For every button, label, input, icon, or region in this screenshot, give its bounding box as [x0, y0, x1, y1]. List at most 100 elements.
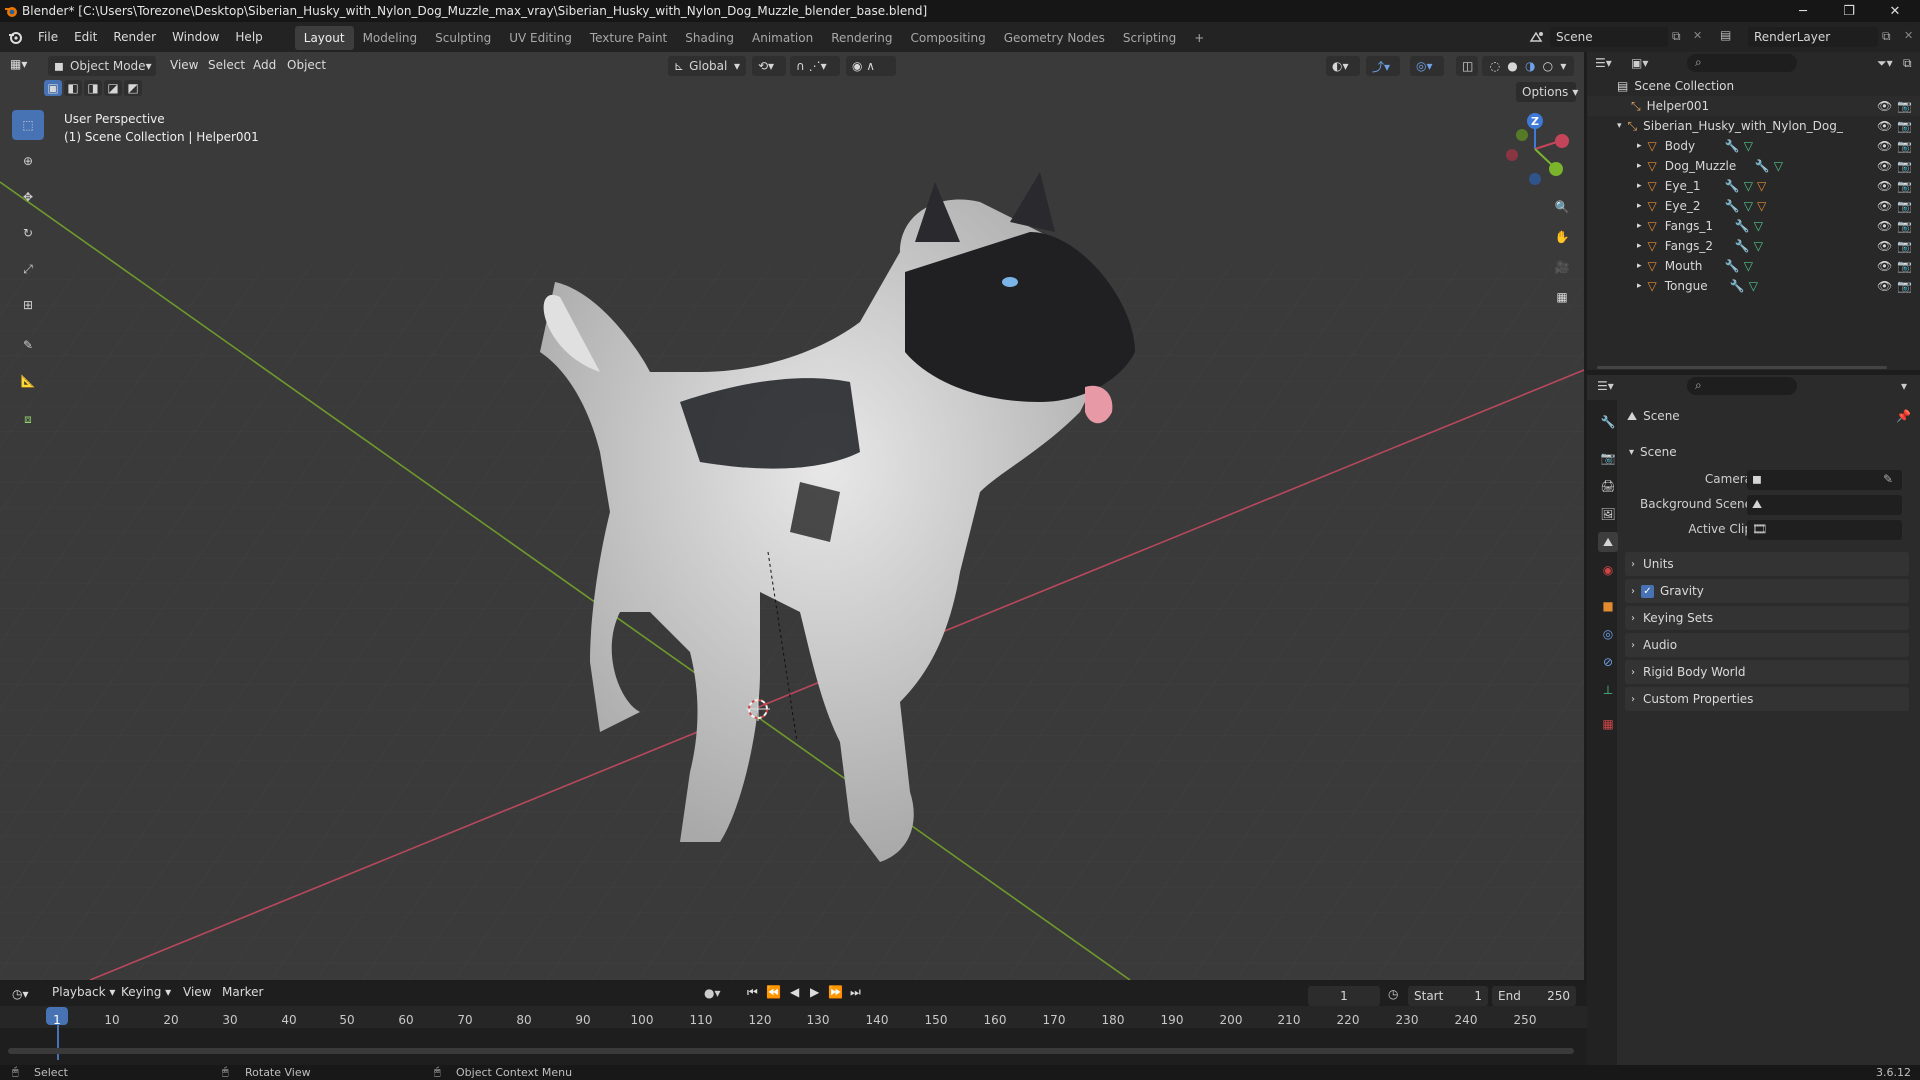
- timeline-menu-keying[interactable]: Keying ▾: [113, 980, 179, 1004]
- expand-arrow-icon[interactable]: ▸: [1637, 201, 1642, 211]
- eyedropper-icon[interactable]: ✎: [1883, 472, 1893, 486]
- modifier-wrench-icon[interactable]: 🔧: [1725, 259, 1740, 273]
- delete-scene-icon[interactable]: ✕: [1693, 29, 1702, 42]
- camera-field[interactable]: ◼ ✎: [1747, 470, 1902, 490]
- add-cube-tool[interactable]: ⧈: [12, 404, 44, 434]
- scene-icon[interactable]: [1527, 27, 1547, 47]
- mesh-data-icon[interactable]: ▽: [1774, 159, 1783, 173]
- 3d-viewport[interactable]: ▦▾ ◼ Object Mode ▾ View Select Add Objec…: [0, 52, 1584, 980]
- camera-render-icon[interactable]: 📷: [1897, 99, 1912, 113]
- modifier-wrench-icon[interactable]: 🔧: [1725, 199, 1740, 213]
- solid-shading-icon[interactable]: ●: [1507, 59, 1517, 73]
- outliner-row-fangs-1[interactable]: ▸ ▽ Fangs_1 🔧 ▽ 👁 📷: [1587, 216, 1920, 236]
- expand-arrow-icon[interactable]: ▸: [1637, 261, 1642, 271]
- outliner-row-eye-2[interactable]: ▸ ▽ Eye_2 🔧 ▽ ▽ 👁 📷: [1587, 196, 1920, 216]
- tab-modeling[interactable]: Modeling: [354, 26, 427, 50]
- blender-menu-icon[interactable]: [0, 30, 30, 44]
- ortho-grid-icon[interactable]: ▦: [1549, 284, 1575, 310]
- selectability-dropdown[interactable]: ◐▾: [1326, 56, 1360, 76]
- maximize-button[interactable]: ❐: [1826, 0, 1872, 22]
- modifier-wrench-icon[interactable]: 🔧: [1725, 179, 1740, 193]
- units-section[interactable]: › Units: [1625, 552, 1909, 576]
- end-frame-field[interactable]: End 250: [1492, 986, 1576, 1006]
- properties-editor-type-icon[interactable]: ☰▾: [1597, 379, 1614, 393]
- active-clip-field[interactable]: 🎞: [1747, 520, 1902, 540]
- material-icon[interactable]: ▽: [1757, 179, 1766, 193]
- material-shading-icon[interactable]: ◑: [1525, 59, 1535, 73]
- transform-orientation-dropdown[interactable]: ⊾ Global ▾: [668, 56, 746, 76]
- eye-icon[interactable]: 👁: [1877, 199, 1892, 213]
- timeline-editor-type-icon[interactable]: ◷▾: [12, 987, 29, 1001]
- mesh-data-icon[interactable]: ▽: [1749, 279, 1758, 293]
- expand-arrow-icon[interactable]: ▸: [1637, 281, 1642, 291]
- clock-icon[interactable]: ◷: [1388, 987, 1398, 1001]
- modifier-wrench-icon[interactable]: 🔧: [1730, 279, 1745, 293]
- select-invert-icon[interactable]: ◪: [104, 80, 122, 96]
- eye-icon[interactable]: 👁: [1877, 139, 1892, 153]
- expand-arrow-icon[interactable]: ▸: [1637, 221, 1642, 231]
- world-tab-icon[interactable]: ◉: [1598, 560, 1618, 580]
- shading-mode-group[interactable]: ◌ ● ◑ ○ ▾: [1482, 56, 1574, 76]
- camera-view-icon[interactable]: 🎥: [1549, 254, 1575, 280]
- new-collection-icon[interactable]: ⧉: [1903, 56, 1912, 71]
- camera-render-icon[interactable]: 📷: [1897, 159, 1912, 173]
- keying-sets-section[interactable]: › Keying Sets: [1625, 606, 1909, 630]
- new-view-layer-icon[interactable]: ⧉: [1882, 29, 1891, 44]
- new-scene-icon[interactable]: ⧉: [1672, 29, 1681, 44]
- pin-icon[interactable]: 📌: [1896, 409, 1911, 423]
- scale-tool[interactable]: ⤢: [12, 254, 44, 284]
- properties-search-input[interactable]: ⌕: [1687, 377, 1797, 395]
- pivot-point-dropdown[interactable]: ⟲▾: [752, 56, 786, 76]
- modifier-wrench-icon[interactable]: 🔧: [1735, 239, 1750, 253]
- tab-rendering[interactable]: Rendering: [822, 26, 901, 50]
- measure-tool[interactable]: 📐: [12, 366, 44, 396]
- gravity-section[interactable]: › ✓ Gravity: [1625, 579, 1909, 603]
- constraints-tab-icon[interactable]: ⊘: [1598, 652, 1618, 672]
- mode-selector[interactable]: ◼ Object Mode ▾: [48, 56, 156, 76]
- gizmo-dropdown[interactable]: ⤴▾: [1366, 56, 1400, 76]
- options-dropdown[interactable]: Options ▾: [1516, 82, 1578, 102]
- expand-arrow-icon[interactable]: ▸: [1637, 181, 1642, 191]
- select-intersect-icon[interactable]: ◩: [124, 80, 142, 96]
- tab-layout[interactable]: Layout: [294, 26, 354, 50]
- prev-keyframe-icon[interactable]: ⏪: [766, 985, 781, 999]
- mesh-data-icon[interactable]: ▽: [1744, 179, 1753, 193]
- custom-properties-section[interactable]: › Custom Properties: [1625, 687, 1909, 711]
- view-layer-tab-icon[interactable]: 🖼: [1598, 504, 1618, 524]
- expand-arrow-icon[interactable]: ▾: [1617, 121, 1622, 131]
- minimize-button[interactable]: ─: [1780, 0, 1826, 22]
- tab-shading[interactable]: Shading: [676, 26, 743, 50]
- tab-scripting[interactable]: Scripting: [1114, 26, 1185, 50]
- tab-sculpting[interactable]: Sculpting: [426, 26, 500, 50]
- outliner-row-helper001[interactable]: ⤡ Helper001 👁 📷: [1587, 96, 1920, 116]
- filter-icon[interactable]: ⏷▾: [1877, 56, 1893, 71]
- audio-section[interactable]: › Audio: [1625, 633, 1909, 657]
- data-tab-icon[interactable]: ⊥: [1598, 680, 1618, 700]
- overlays-dropdown[interactable]: ◎▾: [1410, 56, 1444, 76]
- modifier-wrench-icon[interactable]: 🔧: [1735, 219, 1750, 233]
- mesh-data-icon[interactable]: ▽: [1744, 139, 1753, 153]
- rigid-body-world-section[interactable]: › Rigid Body World: [1625, 660, 1909, 684]
- menu-help[interactable]: Help: [227, 22, 270, 52]
- outliner-row-husky-group[interactable]: ▾ ⤡ Siberian_Husky_with_Nylon_Dog_Muzzle…: [1587, 116, 1920, 136]
- eye-icon[interactable]: 👁: [1877, 119, 1892, 133]
- rotate-tool[interactable]: ↻: [12, 218, 44, 248]
- menu-edit[interactable]: Edit: [66, 22, 105, 52]
- pan-hand-icon[interactable]: ✋: [1549, 224, 1575, 250]
- properties-options-chevron-icon[interactable]: ▾: [1901, 379, 1907, 393]
- object-tab-icon[interactable]: ■: [1598, 596, 1618, 616]
- camera-render-icon[interactable]: 📷: [1897, 199, 1912, 213]
- mesh-data-icon[interactable]: ▽: [1744, 259, 1753, 273]
- select-subtract-icon[interactable]: ◨: [84, 80, 102, 96]
- background-scene-field[interactable]: ⛰: [1747, 495, 1902, 515]
- camera-render-icon[interactable]: 📷: [1897, 119, 1912, 133]
- next-keyframe-icon[interactable]: ⏩: [828, 985, 843, 999]
- select-new-icon[interactable]: ▣: [44, 80, 62, 96]
- display-mode-icon[interactable]: ▣▾: [1631, 56, 1648, 70]
- eye-icon[interactable]: 👁: [1877, 179, 1892, 193]
- eye-icon[interactable]: 👁: [1877, 279, 1892, 293]
- tab-geometry-nodes[interactable]: Geometry Nodes: [995, 26, 1114, 50]
- timeline-menu-playback[interactable]: Playback ▾: [44, 980, 123, 1004]
- transform-tool[interactable]: ⊞: [12, 290, 44, 320]
- outliner-row-tongue[interactable]: ▸ ▽ Tongue 🔧 ▽ 👁 📷: [1587, 276, 1920, 296]
